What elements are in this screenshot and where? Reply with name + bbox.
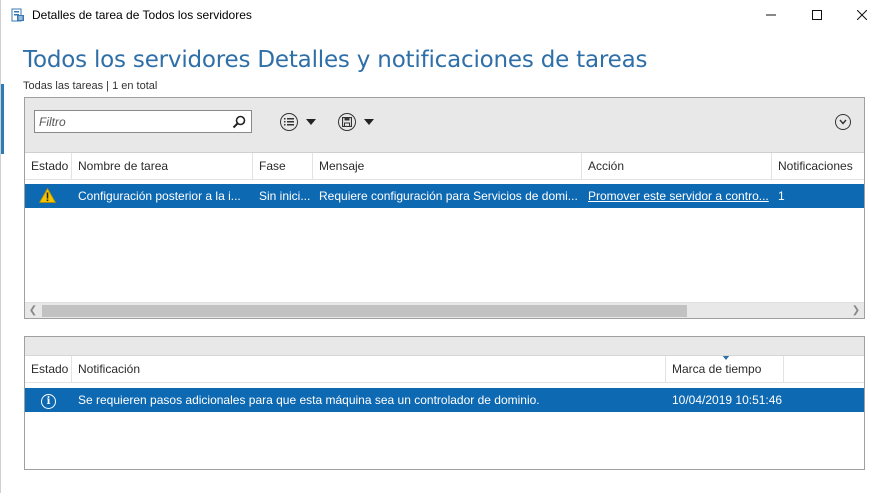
chevron-down-icon xyxy=(306,119,316,125)
task-notification-count: 1 xyxy=(778,189,785,203)
task-name: Configuración posterior a la i... xyxy=(78,189,241,203)
notifications-toolbar xyxy=(25,337,864,356)
save-icon xyxy=(338,113,356,131)
minimize-button[interactable] xyxy=(748,0,794,30)
column-header-notification[interactable]: Notificación xyxy=(72,356,666,383)
column-header-task-name[interactable]: Nombre de tarea xyxy=(72,153,253,180)
close-button[interactable] xyxy=(839,0,884,30)
notifications-grid-header: Estado Notificación Marca de tiempo xyxy=(25,356,864,383)
status-cell: i xyxy=(35,388,65,412)
timestamp-header-label: Marca de tiempo xyxy=(672,362,762,376)
left-accent-bar xyxy=(1,84,4,154)
expand-icon[interactable] xyxy=(835,114,851,130)
scrollbar-thumb[interactable] xyxy=(42,305,687,317)
column-header-phase[interactable]: Fase xyxy=(253,153,313,180)
page-title: Todos los servidores Detalles y notifica… xyxy=(23,47,648,73)
tasks-grid-header: Estado Nombre de tarea Fase Mensaje Acci… xyxy=(25,153,864,180)
table-row[interactable]: i Se requieren pasos adicionales para qu… xyxy=(25,388,864,412)
save-query-button[interactable] xyxy=(338,112,374,132)
table-row[interactable]: Configuración posterior a la i... Sin in… xyxy=(25,184,864,208)
list-options-icon xyxy=(280,113,298,131)
task-phase: Sin inici... xyxy=(259,189,311,203)
warning-icon xyxy=(33,184,63,208)
window-title: Detalles de tarea de Todos los servidore… xyxy=(32,8,252,22)
task-message: Requiere configuración para Servicios de… xyxy=(319,189,578,203)
sort-descending-icon xyxy=(722,356,730,360)
search-icon[interactable] xyxy=(231,114,247,130)
scroll-left-icon[interactable]: ❮ xyxy=(25,303,41,319)
title-bar[interactable]: Detalles de tarea de Todos los servidore… xyxy=(1,0,884,30)
column-header-notifications[interactable]: Notificaciones xyxy=(772,153,864,180)
column-header-message[interactable]: Mensaje xyxy=(313,153,582,180)
notifications-panel: Estado Notificación Marca de tiempo i Se… xyxy=(24,336,865,470)
column-header-timestamp[interactable]: Marca de tiempo xyxy=(666,356,784,383)
column-header-status[interactable]: Estado xyxy=(25,153,72,180)
server-manager-icon xyxy=(11,8,25,22)
promote-server-link[interactable]: Promover este servidor a contro... xyxy=(582,184,772,208)
info-icon: i xyxy=(41,394,56,409)
tasks-panel: Estado Nombre de tarea Fase Mensaje Acci… xyxy=(24,97,865,319)
scroll-right-icon[interactable]: ❯ xyxy=(848,303,864,319)
column-header-status[interactable]: Estado xyxy=(25,356,72,383)
filter-input[interactable] xyxy=(35,111,225,132)
maximize-button[interactable] xyxy=(794,0,840,30)
horizontal-scrollbar[interactable]: ❮ ❯ xyxy=(25,302,864,318)
task-details-window: Detalles de tarea de Todos los servidore… xyxy=(0,0,884,493)
tasks-toolbar xyxy=(25,98,864,153)
notification-timestamp: 10/04/2019 10:51:46 xyxy=(672,393,783,407)
task-count-summary: Todas las tareas | 1 en total xyxy=(23,80,158,92)
chevron-down-icon xyxy=(364,119,374,125)
filter-box[interactable] xyxy=(34,110,252,133)
list-options-button[interactable] xyxy=(280,112,316,132)
column-header-action[interactable]: Acción xyxy=(582,153,772,180)
notification-text: Se requieren pasos adicionales para que … xyxy=(78,393,540,407)
